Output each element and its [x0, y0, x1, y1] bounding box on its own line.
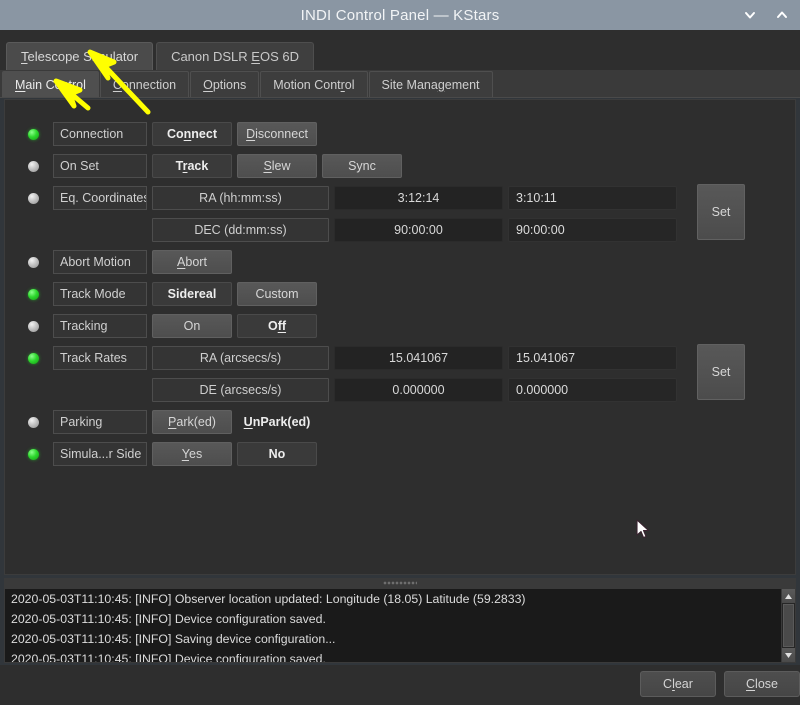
tracking-off-button[interactable]: Off — [237, 314, 317, 338]
tab-options[interactable]: Options — [190, 71, 260, 97]
property-row-tracking: Tracking On Off — [5, 312, 317, 340]
mouse-cursor — [636, 519, 650, 539]
value-ra-current: 3:12:14 — [334, 186, 503, 210]
title-bar: INDI Control Panel — KStars — [0, 0, 800, 30]
park-button[interactable]: Park(ed) — [152, 410, 232, 434]
status-led-abort-motion — [28, 256, 39, 268]
input-track-rate-ra-target[interactable]: 15.041067 — [508, 346, 677, 370]
property-label-parking: Parking — [53, 410, 147, 434]
log-line: 2020-05-03T11:10:45: [INFO] Device confi… — [11, 652, 326, 663]
property-row-parking: Parking Park(ed) UnPark(ed) — [5, 408, 317, 436]
input-dec-target[interactable]: 90:00:00 — [508, 218, 677, 242]
unpark-button[interactable]: UnPark(ed) — [237, 410, 317, 434]
property-label-abort-motion: Abort Motion — [53, 250, 147, 274]
panel-splitter[interactable] — [4, 578, 796, 588]
device-tab-telescope-simulator[interactable]: Telescope Simulator — [6, 42, 154, 70]
tab-motion-control[interactable]: Motion Control — [260, 71, 368, 97]
log-line: 2020-05-03T11:10:45: [INFO] Saving devic… — [11, 632, 336, 646]
tab-connection[interactable]: Connection — [99, 71, 190, 97]
tab-main-control[interactable]: Main Control — [2, 71, 99, 97]
tracking-on-button[interactable]: On — [152, 314, 232, 338]
log-line: 2020-05-03T11:10:45: [INFO] Observer loc… — [11, 592, 526, 606]
status-led-spacer-dec — [28, 225, 39, 236]
device-tab-canon-dslr[interactable]: Canon DSLR EOS 6D — [156, 42, 314, 70]
sync-button[interactable]: Sync — [322, 154, 402, 178]
property-row-simulator-side: Simula...r Side Yes No — [5, 440, 317, 468]
scroll-down-icon[interactable] — [782, 648, 795, 662]
clear-button[interactable]: Clear — [640, 671, 716, 697]
pier-side-yes-button[interactable]: Yes — [152, 442, 232, 466]
log-line: 2020-05-03T11:10:45: [INFO] Device confi… — [11, 612, 326, 626]
property-label-on-set: On Set — [53, 154, 147, 178]
footer-bar: Clear Close — [0, 665, 800, 705]
property-row-abort-motion: Abort Motion Abort — [5, 248, 232, 276]
field-label-de-arcsecs: DE (arcsecs/s) — [152, 378, 329, 402]
status-led-parking — [28, 416, 39, 428]
chevron-down-icon[interactable] — [742, 7, 758, 23]
field-label-ra-arcsecs: RA (arcsecs/s) — [152, 346, 329, 370]
window-controls — [742, 0, 790, 30]
close-button[interactable]: Close — [724, 671, 800, 697]
property-row-track-rates-ra: Track Rates RA (arcsecs/s) 15.041067 15.… — [5, 344, 677, 372]
property-label-track-rates: Track Rates — [53, 346, 147, 370]
value-track-rate-ra-current: 15.041067 — [334, 346, 503, 370]
scroll-up-icon[interactable] — [782, 589, 795, 603]
indi-control-panel-window: INDI Control Panel — KStars Telescope Si… — [0, 0, 800, 705]
property-row-track-rates-de: DE (arcsecs/s) 0.000000 0.000000 — [5, 376, 677, 404]
chevron-up-icon[interactable] — [774, 7, 790, 23]
property-row-track-mode: Track Mode Sidereal Custom — [5, 280, 317, 308]
value-track-rate-de-current: 0.000000 — [334, 378, 503, 402]
main-control-panel: Connection Connect Disconnect On Set Tra… — [4, 99, 796, 575]
disconnect-button[interactable]: Disconnect — [237, 122, 317, 146]
status-led-eq-coordinates — [28, 192, 39, 204]
connect-button[interactable]: Connect — [152, 122, 232, 146]
window-title: INDI Control Panel — KStars — [300, 6, 500, 24]
pier-side-no-button[interactable]: No — [237, 442, 317, 466]
set-button-track-rates[interactable]: Set — [697, 344, 745, 400]
status-led-connection — [28, 128, 39, 140]
slew-button[interactable]: Slew — [237, 154, 317, 178]
log-view[interactable]: 2020-05-03T11:10:45: [INFO] Observer loc… — [4, 588, 796, 663]
property-label-eq-coordinates: Eq. Coordinates — [53, 186, 147, 210]
property-row-connection: Connection Connect Disconnect — [5, 120, 317, 148]
page-tab-bar: Main Control Connection Options Motion C… — [0, 70, 800, 98]
field-label-ra-hhmmss: RA (hh:mm:ss) — [152, 186, 329, 210]
value-dec-current: 90:00:00 — [334, 218, 503, 242]
splitter-grip-icon — [383, 581, 417, 585]
status-led-simulator-side — [28, 448, 39, 460]
property-row-eq-coordinates-dec: DEC (dd:mm:ss) 90:00:00 90:00:00 — [5, 216, 677, 244]
status-led-track-rates — [28, 352, 39, 364]
device-tab-bar: Telescope Simulator Canon DSLR EOS 6D — [0, 30, 800, 70]
status-led-track-mode — [28, 288, 39, 300]
sidereal-button[interactable]: Sidereal — [152, 282, 232, 306]
tab-site-management[interactable]: Site Management — [368, 71, 493, 97]
property-label-tracking: Tracking — [53, 314, 147, 338]
status-led-tracking — [28, 320, 39, 332]
custom-button[interactable]: Custom — [237, 282, 317, 306]
scrollbar-thumb[interactable] — [783, 604, 794, 647]
property-row-on-set: On Set Track Slew Sync — [5, 152, 402, 180]
property-row-eq-coordinates-ra: Eq. Coordinates RA (hh:mm:ss) 3:12:14 3:… — [5, 184, 677, 212]
property-label-track-mode: Track Mode — [53, 282, 147, 306]
input-ra-target[interactable]: 3:10:11 — [508, 186, 677, 210]
property-label-connection: Connection — [53, 122, 147, 146]
status-led-spacer-de — [28, 385, 39, 396]
property-label-simulator-side: Simula...r Side — [53, 442, 147, 466]
status-led-on-set — [28, 160, 39, 172]
log-scrollbar[interactable] — [781, 589, 795, 662]
field-label-dec-ddmmss: DEC (dd:mm:ss) — [152, 218, 329, 242]
abort-button[interactable]: Abort — [152, 250, 232, 274]
set-button-eq-coordinates[interactable]: Set — [697, 184, 745, 240]
input-track-rate-de-target[interactable]: 0.000000 — [508, 378, 677, 402]
track-button[interactable]: Track — [152, 154, 232, 178]
